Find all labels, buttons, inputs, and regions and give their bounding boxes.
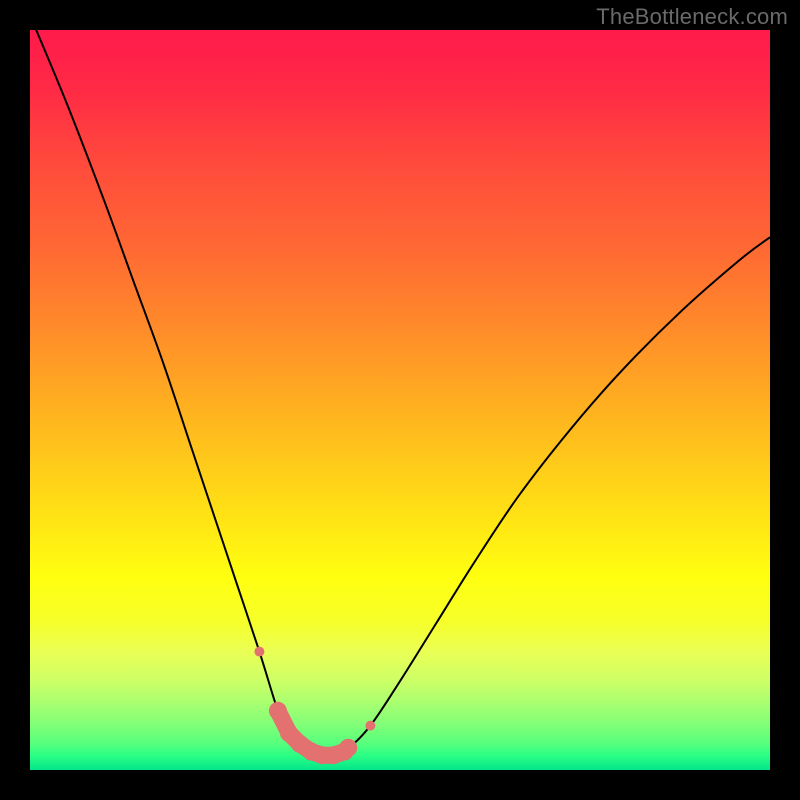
plot-area xyxy=(30,30,770,770)
optimum-marker xyxy=(365,721,375,731)
optimum-marker xyxy=(339,739,357,757)
optimum-marker xyxy=(269,702,287,720)
optimum-markers xyxy=(254,647,375,765)
chart-frame: TheBottleneck.com xyxy=(0,0,800,800)
bottleneck-curve xyxy=(30,30,770,757)
optimum-marker xyxy=(254,647,264,657)
watermark-label: TheBottleneck.com xyxy=(596,4,788,30)
curve-svg xyxy=(30,30,770,770)
